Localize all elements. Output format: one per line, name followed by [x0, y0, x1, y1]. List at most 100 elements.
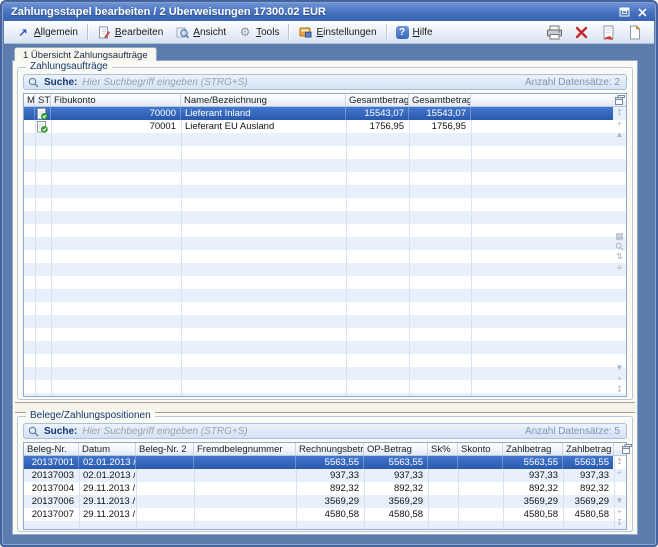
cell-sk	[428, 456, 458, 469]
menu-bearbeiten-label: Bearbeiten	[115, 27, 163, 38]
menu-allgemein[interactable]: ↗ Allgemein	[10, 23, 84, 41]
search-bar-orders[interactable]: Suche: Hier Suchbegriff eingeben (STRG+S…	[23, 74, 627, 90]
row-down-icon[interactable]: +	[617, 507, 622, 517]
menu-einstellungen[interactable]: Einstellungen	[292, 23, 382, 41]
new-document-icon	[629, 25, 641, 40]
edit-document-icon	[97, 25, 111, 39]
document-row[interactable]: 2013700102.01.2013 /Mi5563,555563,555563…	[24, 456, 613, 469]
sort-icon[interactable]: ≡	[617, 263, 622, 273]
orders-grid-header: M ST Fibukonto Name/Bezeichnung Gesamtbe…	[24, 94, 626, 107]
window-title: Zahlungsstapel bearbeiten / 2 Überweisun…	[11, 6, 614, 18]
document-check-icon	[35, 120, 51, 133]
cell-zahlbetrag_euro: 5563,55	[563, 456, 614, 469]
col-datum[interactable]: Datum	[79, 443, 136, 455]
col-op-betrag[interactable]: OP-Betrag	[364, 443, 428, 455]
col-zahlbetrag[interactable]: Zahlbetrag	[503, 443, 563, 455]
menubar: ↗ Allgemein Bearbeiten Ansi	[4, 21, 654, 44]
menu-ansicht-label: Ansicht	[193, 27, 226, 38]
search-bar-documents[interactable]: Suche: Hier Suchbegriff eingeben (STRG+S…	[23, 423, 627, 439]
filter-icon[interactable]: ⇅	[616, 252, 623, 262]
app-window: Zahlungsstapel bearbeiten / 2 Überweisun…	[0, 0, 658, 547]
col-name[interactable]: Name/Bezeichnung	[181, 94, 346, 106]
cell-rechnungsbetrag: 5563,55	[296, 456, 364, 469]
col-zahlbetrag-euro[interactable]: Zahlbetrag Euro	[563, 443, 614, 455]
scroll-top-icon[interactable]: ↥	[616, 457, 623, 467]
document-check-icon	[35, 107, 51, 120]
print-button[interactable]	[545, 24, 563, 41]
grid-view-icon[interactable]: ▦	[615, 231, 624, 241]
delete-x-icon	[575, 26, 588, 39]
cell-zahlbetrag_euro: 4580,58	[563, 508, 614, 521]
col-skonto[interactable]: Skonto	[458, 443, 503, 455]
row-down-icon[interactable]: +	[617, 374, 622, 384]
cell-op_betrag: 3569,29	[364, 495, 428, 508]
row-up-icon[interactable]: +	[617, 119, 622, 129]
cell-datum: 29.11.2013 /Fr	[79, 482, 136, 495]
menu-hilfe-label: Hilfe	[413, 27, 433, 38]
cell-op_betrag: 4580,58	[364, 508, 428, 521]
cell-zahlbetrag_euro: 937,33	[563, 469, 614, 482]
document-row[interactable]: 2013700629.11.2013 /Fr3569,293569,293569…	[24, 495, 613, 508]
search-input[interactable]: Hier Suchbegriff eingeben (STRG+S)	[82, 77, 520, 88]
cell-fremdbeleg	[194, 469, 296, 482]
col-beleg-nr[interactable]: Beleg-Nr.	[24, 443, 79, 455]
cell-filler	[471, 120, 613, 133]
col-beleg-nr-2[interactable]: Beleg-Nr. 2	[136, 443, 194, 455]
cell-op_betrag: 892,32	[364, 482, 428, 495]
tab-uebersicht-zahlungsauftraege[interactable]: 1 Übersicht Zahlungsaufträge	[14, 47, 157, 61]
row-up-icon[interactable]: +	[617, 468, 622, 478]
column-chooser-icon[interactable]	[620, 443, 633, 455]
menu-hilfe[interactable]: ? Hilfe	[390, 24, 439, 41]
payment-order-row[interactable]: 70000Lieferant Inland15543,0715543,07	[24, 107, 613, 120]
scroll-top-icon[interactable]: ↥	[616, 108, 623, 118]
cell-m	[24, 107, 35, 120]
gear-icon: ⚙	[238, 25, 252, 39]
cell-datum: 29.11.2013 /Fr	[79, 508, 136, 521]
col-gesamtbetrag-euro[interactable]: Gesamtbetrag Euro	[409, 94, 471, 106]
new-document-button[interactable]	[626, 24, 644, 41]
col-sk[interactable]: Sk%	[428, 443, 458, 455]
groupbox-title: Zahlungsaufträge	[26, 61, 112, 72]
page-up-icon[interactable]: ▲	[616, 130, 624, 140]
menu-separator	[288, 24, 289, 40]
scroll-bottom-icon[interactable]: ↧	[616, 518, 623, 528]
menu-tools[interactable]: ⚙ Tools	[232, 23, 285, 41]
cancel-button[interactable]	[572, 24, 590, 41]
column-chooser-icon[interactable]	[613, 94, 626, 106]
col-gesamtbetrag[interactable]: Gesamtbetrag	[346, 94, 409, 106]
payment-order-row[interactable]: 70001Lieferant EU Ausland1756,951756,95	[24, 120, 613, 133]
scroll-bottom-icon[interactable]: ↧	[616, 385, 623, 395]
col-fibukonto[interactable]: Fibukonto	[51, 94, 181, 106]
window-close-button[interactable]	[635, 6, 650, 19]
cell-rechnungsbetrag: 892,32	[296, 482, 364, 495]
col-rechnungsbetrag[interactable]: Rechnungsbetrag	[296, 443, 364, 455]
col-m[interactable]: M	[24, 94, 35, 106]
page-down-icon[interactable]: ▼	[616, 496, 624, 506]
menu-bearbeiten[interactable]: Bearbeiten	[91, 23, 169, 41]
cell-fremdbeleg	[194, 495, 296, 508]
cell-sk	[428, 508, 458, 521]
cell-rechnungsbetrag: 937,33	[296, 469, 364, 482]
cell-zahlbetrag: 5563,55	[503, 456, 563, 469]
cell-datum: 29.11.2013 /Fr	[79, 495, 136, 508]
menu-tools-label: Tools	[256, 27, 279, 38]
menu-ansicht[interactable]: Ansicht	[169, 23, 232, 41]
search-input[interactable]: Hier Suchbegriff eingeben (STRG+S)	[82, 426, 520, 437]
zoom-icon[interactable]	[615, 242, 624, 251]
export-document-button[interactable]	[599, 24, 617, 41]
document-row[interactable]: 2013700729.11.2013 /Fr4580,584580,584580…	[24, 508, 613, 521]
col-st[interactable]: ST	[35, 94, 51, 106]
window-restore-button[interactable]	[617, 6, 632, 19]
page-down-icon[interactable]: ▼	[616, 363, 624, 373]
document-row[interactable]: 2013700302.01.2013 /Mi937,33937,33937,33…	[24, 469, 613, 482]
settings-icon	[298, 25, 312, 39]
cell-name: Lieferant Inland	[181, 107, 346, 120]
cell-op_betrag: 937,33	[364, 469, 428, 482]
cell-name: Lieferant EU Ausland	[181, 120, 346, 133]
col-fremdbelegnummer[interactable]: Fremdbelegnummer	[194, 443, 296, 455]
documents-grid-header: Beleg-Nr. Datum Beleg-Nr. 2 Fremdbelegnu…	[24, 443, 626, 456]
groupbox-zahlungsauftraege: Zahlungsaufträge Suche: Hier Suchbegriff…	[17, 67, 633, 400]
allgemein-arrow-icon: ↗	[16, 25, 30, 39]
search-icon	[28, 77, 39, 88]
document-row[interactable]: 2013700429.11.2013 /Fr892,32892,32892,32…	[24, 482, 613, 495]
